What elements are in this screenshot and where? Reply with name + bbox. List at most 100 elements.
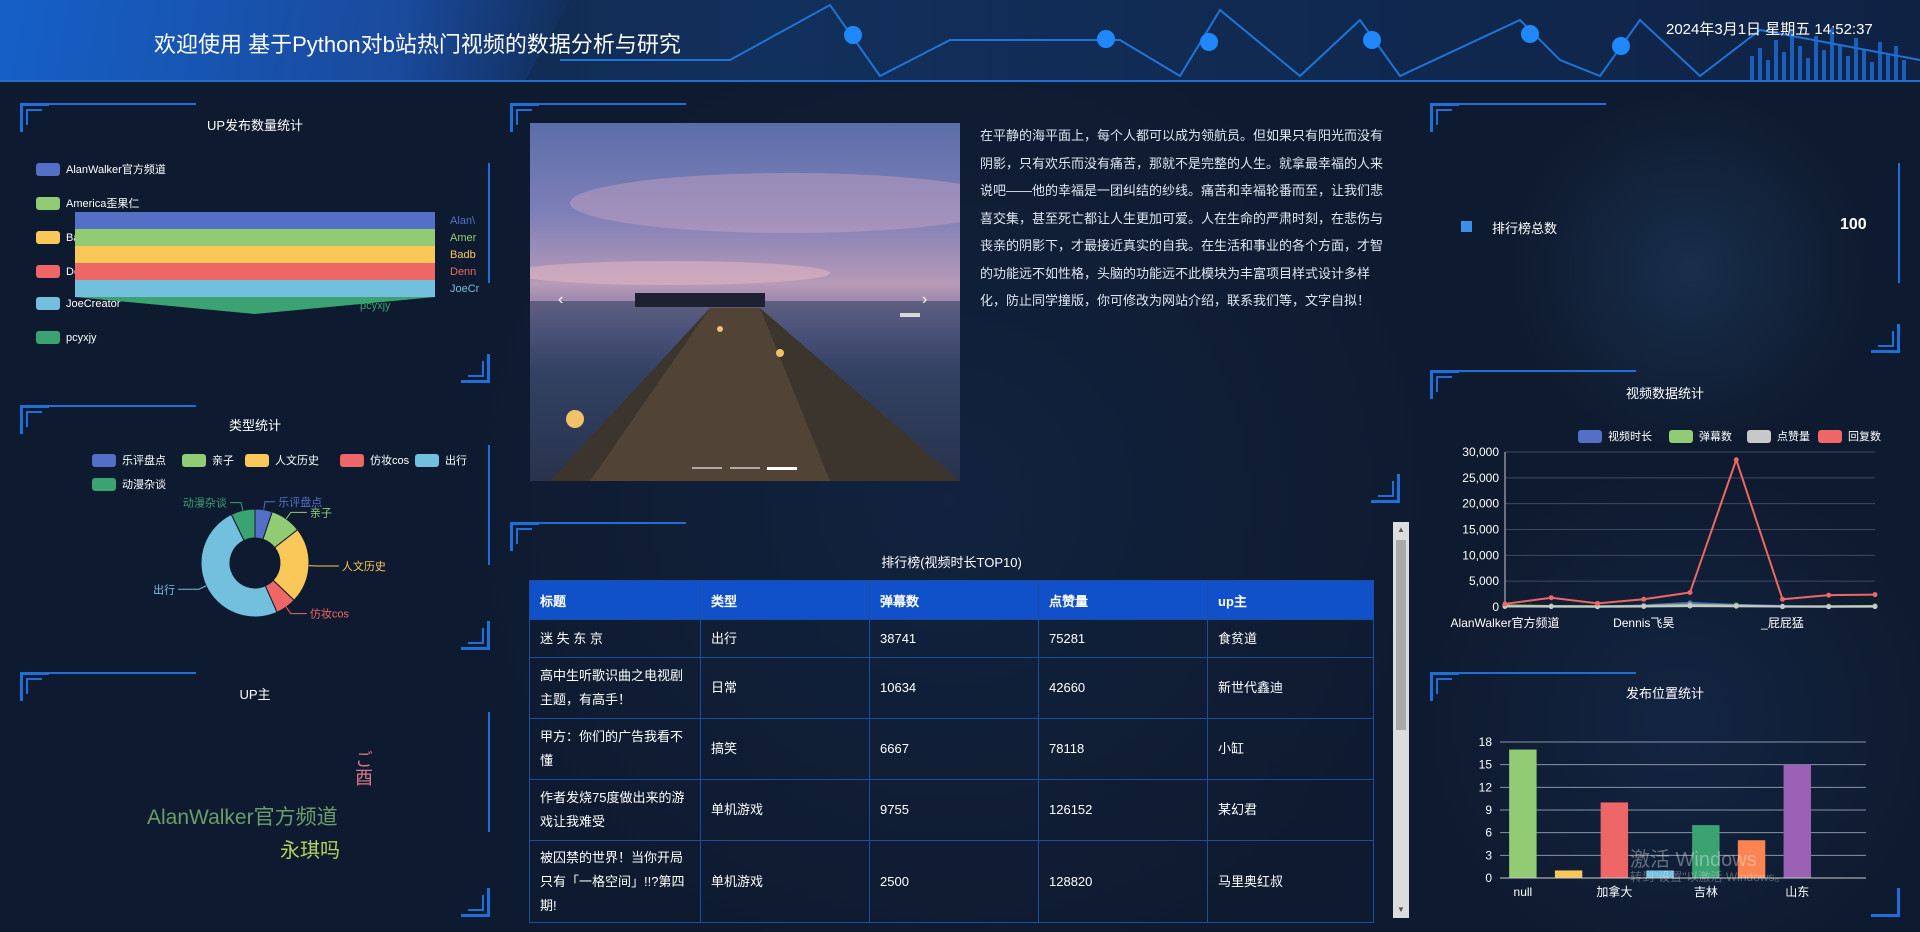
panel-edge	[1456, 672, 1636, 674]
table-header-cell[interactable]: 点赞量	[1038, 580, 1208, 620]
pie-label: 动漫杂谈	[183, 496, 227, 510]
y-tick-label: 3	[1485, 848, 1492, 862]
page-title: 欢迎使用 基于Python对b站热门视频的数据分析与研究	[154, 32, 681, 57]
pie-label-line	[178, 585, 207, 590]
panel-corner	[1878, 331, 1894, 347]
ranking-table: 标题 类型 弹幕数 点赞量 up主 迷 失 东 京 出行 38741 75281…	[529, 580, 1374, 923]
scroll-down-arrow-icon[interactable]: ▼	[1396, 905, 1406, 915]
funnel-band	[75, 280, 435, 297]
legend-label: 仿妆cos	[370, 455, 410, 467]
x-tick-label: 吉林	[1694, 885, 1718, 899]
carousel-dot[interactable]	[692, 467, 722, 469]
panel-corner	[516, 528, 532, 544]
table-row[interactable]: 甲方：你们的广告我看不懂 搞笑 6667 78118 小缸	[529, 718, 1374, 780]
series-point	[1872, 604, 1878, 610]
series-point	[1548, 595, 1554, 601]
table-header-cell[interactable]: 标题	[529, 580, 701, 620]
funnel-band	[75, 246, 435, 263]
table-row[interactable]: 高中生听歌识曲之电视剧主题，有高手！ 日常 10634 42660 新世代鑫迪	[529, 657, 1374, 719]
panel-corner	[468, 628, 484, 644]
bar	[1554, 870, 1583, 878]
carousel-next-button[interactable]: ›	[922, 291, 927, 309]
legend-item[interactable]: 仿妆cos	[340, 452, 409, 468]
table-row[interactable]: 迷 失 东 京 出行 38741 75281 食贫道	[529, 619, 1374, 658]
funnel-label: pcyxjy	[360, 300, 391, 312]
panel-corner	[1436, 109, 1452, 125]
legend-item[interactable]: AlanWalker官方频道	[36, 161, 166, 177]
table-cell: 6667	[869, 718, 1039, 780]
carousel-prev-button[interactable]: ‹	[558, 291, 563, 309]
legend-label: 乐评盘点	[122, 455, 166, 467]
panel-edge	[1456, 370, 1636, 372]
series-point	[1595, 600, 1600, 606]
legend-item[interactable]: 人文历史	[245, 452, 319, 468]
x-tick-label: null	[1514, 885, 1533, 899]
wordcloud-word: AlanWalker官方频道	[147, 806, 338, 829]
y-tick-label: 15,000	[1462, 523, 1499, 537]
legend-label: 出行	[445, 455, 467, 467]
legend-item[interactable]: pcyxjy	[36, 331, 97, 344]
pie-label: 人文历史	[342, 559, 386, 573]
legend-label: 人文历史	[275, 455, 319, 467]
table-row[interactable]: 作者发烧75度做出来的游戏让我难受 单机游戏 9755 126152 某幻君	[529, 779, 1374, 841]
y-tick-label: 30,000	[1462, 445, 1499, 459]
series-line	[1504, 456, 1876, 605]
funnel-label: Amer	[450, 232, 477, 244]
table-cell: 78118	[1038, 718, 1208, 780]
funnel-band	[75, 212, 435, 229]
legend-item[interactable]: 乐评盘点	[92, 452, 166, 468]
series-point	[1780, 596, 1785, 602]
series-point	[1872, 592, 1878, 598]
table-cell: 9755	[869, 779, 1039, 841]
funnel-label: Denn	[450, 266, 476, 278]
type-stats-pie-chart: 乐评盘点亲子人文历史仿妆cos出行动漫杂谈	[153, 495, 386, 621]
y-tick-label: 20,000	[1462, 497, 1499, 511]
panel-edge	[46, 405, 196, 407]
y-tick-label: 10,000	[1462, 548, 1499, 562]
table-cell: 38741	[869, 619, 1039, 658]
panel-title: UP主	[239, 687, 271, 702]
funnel-label: JoeCr	[450, 283, 480, 295]
pie-label-line	[285, 606, 307, 615]
table-cell: 小缸	[1207, 718, 1374, 780]
table-header-cell[interactable]: 弹幕数	[869, 580, 1039, 620]
y-tick-label: 25,000	[1462, 471, 1499, 485]
carousel-dot-active[interactable]	[767, 467, 797, 470]
table-header-cell[interactable]: 类型	[700, 580, 870, 620]
carousel-image[interactable]: ‹ ›	[530, 123, 960, 481]
y-tick-label: 18	[1479, 735, 1493, 749]
table-cell: 甲方：你们的广告我看不懂	[529, 718, 701, 780]
y-tick-label: 6	[1485, 826, 1492, 840]
series-point	[1733, 603, 1739, 609]
scroll-up-arrow-icon[interactable]: ▲	[1396, 525, 1406, 535]
table-scrollbar[interactable]: ▲ ▼	[1393, 522, 1409, 918]
table-header-cell[interactable]: up主	[1207, 580, 1374, 620]
windows-activation-hint: 转到"设置"以激活 Windows。	[1630, 870, 1787, 884]
y-tick-label: 15	[1479, 758, 1493, 772]
legend-item[interactable]: 出行	[415, 452, 467, 468]
panel-corner	[468, 361, 484, 377]
legend-label: pcyxjy	[66, 331, 97, 344]
table-cell: 日常	[700, 657, 870, 719]
table-cell: 某幻君	[1207, 779, 1374, 841]
carousel-dot[interactable]	[730, 467, 760, 469]
up-publish-funnel-chart: Alan\ Amer Badb Denn JoeCr pcyxjy	[75, 212, 480, 314]
table-cell: 75281	[1038, 619, 1208, 658]
legend-swatch	[36, 230, 60, 244]
scrollbar-thumb[interactable]	[1396, 540, 1406, 730]
legend-item[interactable]: 亲子	[182, 452, 234, 468]
y-tick-label: 0	[1492, 600, 1499, 614]
table-cell: 新世代鑫迪	[1207, 657, 1374, 719]
table-cell: 马里奥红叔	[1207, 840, 1374, 923]
panel-title: 类型统计	[228, 418, 281, 433]
x-tick-label: 加拿大	[1596, 884, 1632, 899]
bar	[1509, 749, 1537, 878]
series-point	[1733, 457, 1739, 463]
legend-swatch	[92, 477, 116, 491]
panel-edge	[46, 672, 196, 674]
table-cell: 2500	[869, 840, 1039, 923]
header-bar: 欢迎使用 基于Python对b站热门视频的数据分析与研究 2024年3月1日 星…	[0, 0, 1920, 82]
legend-label: AlanWalker官方频道	[66, 164, 166, 176]
table-row[interactable]: 被囚禁的世界！当你开局只有「一格空间」!!?第四期! 单机游戏 2500 128…	[529, 840, 1374, 923]
legend-swatch	[245, 453, 269, 467]
